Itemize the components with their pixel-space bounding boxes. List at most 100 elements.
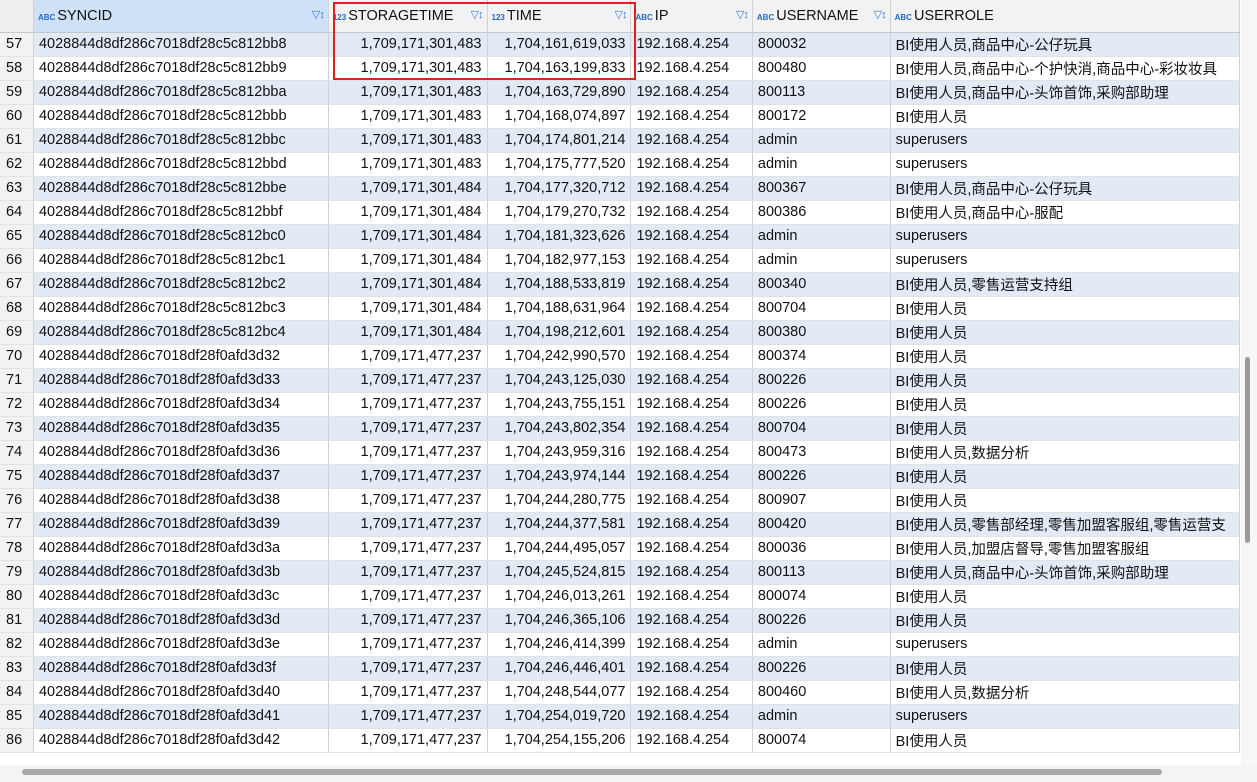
corner-cell[interactable] — [0, 0, 34, 33]
cell-username[interactable]: 800226 — [752, 368, 891, 393]
cell-username[interactable]: 800907 — [752, 488, 891, 513]
cell-userrole[interactable]: BI使用人员,零售部经理,零售加盟客服组,零售运营支 — [890, 512, 1240, 537]
cell-username[interactable]: 800420 — [752, 512, 891, 537]
cell-userrole[interactable]: BI使用人员 — [890, 608, 1240, 633]
cell-time[interactable]: 1,704,246,013,261 — [487, 584, 632, 609]
cell-username[interactable]: admin — [752, 128, 891, 153]
cell-storagetime[interactable]: 1,709,171,301,484 — [328, 296, 488, 321]
cell-userrole[interactable]: BI使用人员 — [890, 464, 1240, 489]
cell-syncid[interactable]: 4028844d8df286c7018df28c5c812bc4 — [33, 320, 329, 345]
column-header-userrole[interactable]: ABC USERROLE — [890, 0, 1240, 33]
cell-userrole[interactable]: BI使用人员,零售运营支持组 — [890, 272, 1240, 297]
cell-username[interactable]: 800226 — [752, 608, 891, 633]
table-row[interactable]: 82 4028844d8df286c7018df28f0afd3d3e 1,709,… — [0, 632, 1240, 657]
cell-ip[interactable]: 192.168.4.254 — [630, 344, 753, 369]
cell-username[interactable]: 800460 — [752, 680, 891, 705]
cell-storagetime[interactable]: 1,709,171,477,237 — [328, 536, 488, 561]
cell-syncid[interactable]: 4028844d8df286c7018df28f0afd3d3e — [33, 632, 329, 657]
row-number[interactable]: 84 — [0, 680, 34, 705]
cell-ip[interactable]: 192.168.4.254 — [630, 224, 753, 249]
row-number[interactable]: 75 — [0, 464, 34, 489]
cell-storagetime[interactable]: 1,709,171,301,483 — [328, 152, 488, 177]
cell-userrole[interactable]: BI使用人员,数据分析 — [890, 680, 1240, 705]
cell-userrole[interactable]: BI使用人员 — [890, 296, 1240, 321]
cell-storagetime[interactable]: 1,709,171,477,237 — [328, 440, 488, 465]
cell-username[interactable]: admin — [752, 152, 891, 177]
cell-ip[interactable]: 192.168.4.254 — [630, 296, 753, 321]
cell-syncid[interactable]: 4028844d8df286c7018df28c5c812bbb — [33, 104, 329, 129]
cell-storagetime[interactable]: 1,709,171,477,237 — [328, 464, 488, 489]
row-number[interactable]: 67 — [0, 272, 34, 297]
cell-time[interactable]: 1,704,244,377,581 — [487, 512, 632, 537]
row-number[interactable]: 63 — [0, 176, 34, 201]
cell-userrole[interactable]: BI使用人员 — [890, 344, 1240, 369]
row-number[interactable]: 71 — [0, 368, 34, 393]
cell-storagetime[interactable]: 1,709,171,477,237 — [328, 512, 488, 537]
table-row[interactable]: 61 4028844d8df286c7018df28c5c812bbc 1,709,… — [0, 128, 1240, 153]
row-number[interactable]: 85 — [0, 704, 34, 729]
cell-syncid[interactable]: 4028844d8df286c7018df28f0afd3d32 — [33, 344, 329, 369]
cell-storagetime[interactable]: 1,709,171,301,483 — [328, 104, 488, 129]
cell-time[interactable]: 1,704,182,977,153 — [487, 248, 632, 273]
cell-username[interactable]: 800380 — [752, 320, 891, 345]
cell-syncid[interactable]: 4028844d8df286c7018df28c5c812bbd — [33, 152, 329, 177]
table-row[interactable]: 74 4028844d8df286c7018df28f0afd3d36 1,709,… — [0, 440, 1240, 465]
table-row[interactable]: 77 4028844d8df286c7018df28f0afd3d39 1,709,… — [0, 512, 1240, 537]
cell-userrole[interactable]: BI使用人员,商品中心-公仔玩具 — [890, 176, 1240, 201]
cell-storagetime[interactable]: 1,709,171,301,484 — [328, 224, 488, 249]
cell-username[interactable]: 800226 — [752, 656, 891, 681]
cell-syncid[interactable]: 4028844d8df286c7018df28f0afd3d41 — [33, 704, 329, 729]
cell-syncid[interactable]: 4028844d8df286c7018df28c5c812bb8 — [33, 32, 329, 57]
cell-userrole[interactable]: BI使用人员,商品中心-头饰首饰,采购部助理 — [890, 80, 1240, 105]
cell-ip[interactable]: 192.168.4.254 — [630, 200, 753, 225]
cell-userrole[interactable]: BI使用人员 — [890, 488, 1240, 513]
cell-storagetime[interactable]: 1,709,171,301,483 — [328, 56, 488, 81]
cell-syncid[interactable]: 4028844d8df286c7018df28c5c812bc0 — [33, 224, 329, 249]
cell-time[interactable]: 1,704,245,524,815 — [487, 560, 632, 585]
cell-userrole[interactable]: superusers — [890, 224, 1240, 249]
row-number[interactable]: 69 — [0, 320, 34, 345]
cell-ip[interactable]: 192.168.4.254 — [630, 104, 753, 129]
cell-syncid[interactable]: 4028844d8df286c7018df28c5c812bc2 — [33, 272, 329, 297]
cell-syncid[interactable]: 4028844d8df286c7018df28c5c812bbe — [33, 176, 329, 201]
column-header-ip[interactable]: ABC IP ▽↕ — [630, 0, 753, 33]
cell-syncid[interactable]: 4028844d8df286c7018df28f0afd3d42 — [33, 728, 329, 753]
cell-time[interactable]: 1,704,163,729,890 — [487, 80, 632, 105]
cell-userrole[interactable]: superusers — [890, 152, 1240, 177]
cell-time[interactable]: 1,704,161,619,033 — [487, 32, 632, 57]
cell-username[interactable]: admin — [752, 632, 891, 657]
cell-username[interactable]: 800704 — [752, 416, 891, 441]
cell-username[interactable]: 800032 — [752, 32, 891, 57]
cell-syncid[interactable]: 4028844d8df286c7018df28f0afd3d3b — [33, 560, 329, 585]
table-row[interactable]: 57 4028844d8df286c7018df28c5c812bb8 1,709,… — [0, 32, 1240, 57]
cell-storagetime[interactable]: 1,709,171,301,484 — [328, 320, 488, 345]
cell-time[interactable]: 1,704,181,323,626 — [487, 224, 632, 249]
cell-userrole[interactable]: superusers — [890, 632, 1240, 657]
cell-syncid[interactable]: 4028844d8df286c7018df28f0afd3d35 — [33, 416, 329, 441]
cell-time[interactable]: 1,704,175,777,520 — [487, 152, 632, 177]
cell-storagetime[interactable]: 1,709,171,477,237 — [328, 632, 488, 657]
cell-syncid[interactable]: 4028844d8df286c7018df28f0afd3d38 — [33, 488, 329, 513]
cell-username[interactable]: 800172 — [752, 104, 891, 129]
cell-syncid[interactable]: 4028844d8df286c7018df28c5c812bc1 — [33, 248, 329, 273]
table-row[interactable]: 67 4028844d8df286c7018df28c5c812bc2 1,709,… — [0, 272, 1240, 297]
table-row[interactable]: 64 4028844d8df286c7018df28c5c812bbf 1,709,… — [0, 200, 1240, 225]
cell-username[interactable]: 800374 — [752, 344, 891, 369]
cell-syncid[interactable]: 4028844d8df286c7018df28f0afd3d40 — [33, 680, 329, 705]
cell-time[interactable]: 1,704,163,199,833 — [487, 56, 632, 81]
cell-username[interactable]: 800386 — [752, 200, 891, 225]
table-row[interactable]: 73 4028844d8df286c7018df28f0afd3d35 1,709,… — [0, 416, 1240, 441]
table-row[interactable]: 69 4028844d8df286c7018df28c5c812bc4 1,709,… — [0, 320, 1240, 345]
table-row[interactable]: 60 4028844d8df286c7018df28c5c812bbb 1,709,… — [0, 104, 1240, 129]
cell-syncid[interactable]: 4028844d8df286c7018df28f0afd3d3d — [33, 608, 329, 633]
table-row[interactable]: 70 4028844d8df286c7018df28f0afd3d32 1,709,… — [0, 344, 1240, 369]
cell-storagetime[interactable]: 1,709,171,477,237 — [328, 392, 488, 417]
cell-time[interactable]: 1,704,244,495,057 — [487, 536, 632, 561]
row-number[interactable]: 72 — [0, 392, 34, 417]
table-row[interactable]: 59 4028844d8df286c7018df28c5c812bba 1,709,… — [0, 80, 1240, 105]
cell-userrole[interactable]: BI使用人员,商品中心-头饰首饰,采购部助理 — [890, 560, 1240, 585]
row-number[interactable]: 59 — [0, 80, 34, 105]
cell-ip[interactable]: 192.168.4.254 — [630, 392, 753, 417]
cell-ip[interactable]: 192.168.4.254 — [630, 632, 753, 657]
cell-userrole[interactable]: BI使用人员 — [890, 368, 1240, 393]
